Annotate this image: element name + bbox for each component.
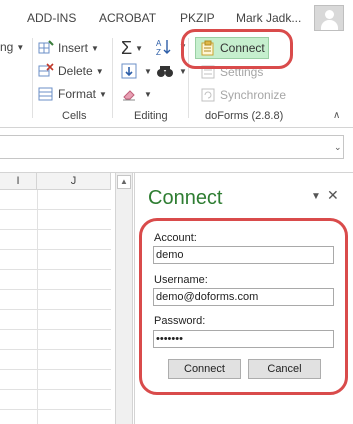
autosum-button[interactable]: Σ ▼ — [121, 38, 143, 59]
connect-highlight — [181, 29, 293, 69]
formula-bar-area: ⌄ — [0, 129, 353, 173]
avatar-body — [321, 20, 338, 30]
sort-filter-icon: AZ — [156, 38, 172, 57]
username-field[interactable]: demo@doforms.com — [153, 288, 334, 306]
autosum-icon: Σ — [121, 38, 133, 58]
fill-button[interactable]: ▼ — [121, 63, 152, 79]
formula-bar-input[interactable] — [0, 135, 344, 159]
account-label: Account: — [154, 232, 197, 244]
ribbon-cutoff-label: ng — [0, 40, 14, 54]
format-button[interactable]: Format ▼ — [38, 86, 107, 102]
svg-text:A: A — [156, 39, 162, 48]
doforms-group-label: doForms (2.8.8) — [205, 110, 284, 122]
format-label: Format — [58, 87, 97, 101]
find-select-icon — [156, 63, 173, 79]
account-field[interactable]: demo — [153, 246, 334, 264]
delete-label: Delete — [58, 64, 93, 78]
password-field[interactable]: ••••••• — [153, 330, 334, 348]
synchronize-label: Synchronize — [220, 88, 287, 102]
pane-title: Connect — [148, 187, 223, 209]
synchronize-icon — [200, 87, 216, 103]
chevron-down-icon: ▼ — [144, 66, 152, 76]
group-separator — [32, 38, 33, 118]
chevron-down-icon: ▼ — [16, 42, 25, 52]
grid-cells[interactable] — [0, 190, 111, 424]
fill-icon — [121, 63, 137, 79]
avatar-head — [325, 10, 334, 19]
chevron-down-icon: ▼ — [91, 43, 99, 53]
column-header-i[interactable]: I — [0, 173, 37, 190]
password-label: Password: — [154, 315, 206, 327]
chevron-down-icon: ▼ — [135, 44, 144, 53]
connect-button[interactable]: Connect — [168, 359, 241, 379]
editing-group-label: Editing — [134, 110, 168, 122]
insert-cells-icon — [38, 40, 54, 56]
delete-cells-icon — [38, 63, 54, 79]
ribbon-tabs-bar: ADD-INS ACROBAT PKZIP Mark Jadk... — [0, 0, 353, 34]
chevron-down-icon: ▼ — [144, 89, 152, 99]
cancel-button[interactable]: Cancel — [248, 359, 321, 379]
find-select-button[interactable]: ▼ — [156, 63, 187, 79]
tab-add-ins[interactable]: ADD-INS — [27, 11, 76, 25]
format-cells-icon — [38, 86, 54, 102]
user-avatar-icon[interactable] — [314, 5, 344, 31]
pane-options-icon[interactable]: ▼ — [311, 191, 321, 202]
ribbon-cutoff-item[interactable]: ng ▼ — [0, 40, 24, 54]
vertical-scrollbar[interactable]: ▲ — [115, 173, 133, 424]
insert-button[interactable]: Insert ▼ — [38, 40, 99, 56]
collapse-ribbon-icon[interactable]: ∧ — [333, 110, 340, 121]
synchronize-button[interactable]: Synchronize — [200, 87, 286, 103]
column-header-j[interactable]: J — [37, 173, 111, 190]
ribbon: ng ▼ Insert ▼ Delete ▼ Format ▼ Cells Σ … — [0, 34, 353, 128]
username-label: Username: — [154, 274, 208, 286]
insert-label: Insert — [58, 41, 89, 55]
tab-acrobat[interactable]: ACROBAT — [99, 11, 156, 25]
clear-button[interactable]: ▼ — [121, 86, 152, 102]
connect-task-pane: Connect ▼ ✕ Account: demo Username: demo… — [134, 173, 353, 424]
cells-group-label: Cells — [62, 110, 87, 122]
clear-icon — [121, 86, 137, 102]
worksheet-grid[interactable]: I J — [0, 173, 111, 424]
delete-button[interactable]: Delete ▼ — [38, 63, 104, 79]
scroll-up-icon[interactable]: ▲ — [117, 175, 131, 189]
svg-text:Z: Z — [156, 48, 161, 56]
chevron-down-icon: ▼ — [95, 66, 104, 76]
group-separator — [112, 38, 113, 118]
tab-pkzip[interactable]: PKZIP — [180, 11, 215, 25]
expand-formula-icon[interactable]: ⌄ — [334, 142, 342, 153]
chevron-down-icon: ▼ — [99, 89, 107, 99]
user-name[interactable]: Mark Jadk... — [236, 11, 301, 25]
close-icon[interactable]: ✕ — [327, 187, 339, 204]
chevron-down-icon: ▼ — [179, 66, 187, 76]
